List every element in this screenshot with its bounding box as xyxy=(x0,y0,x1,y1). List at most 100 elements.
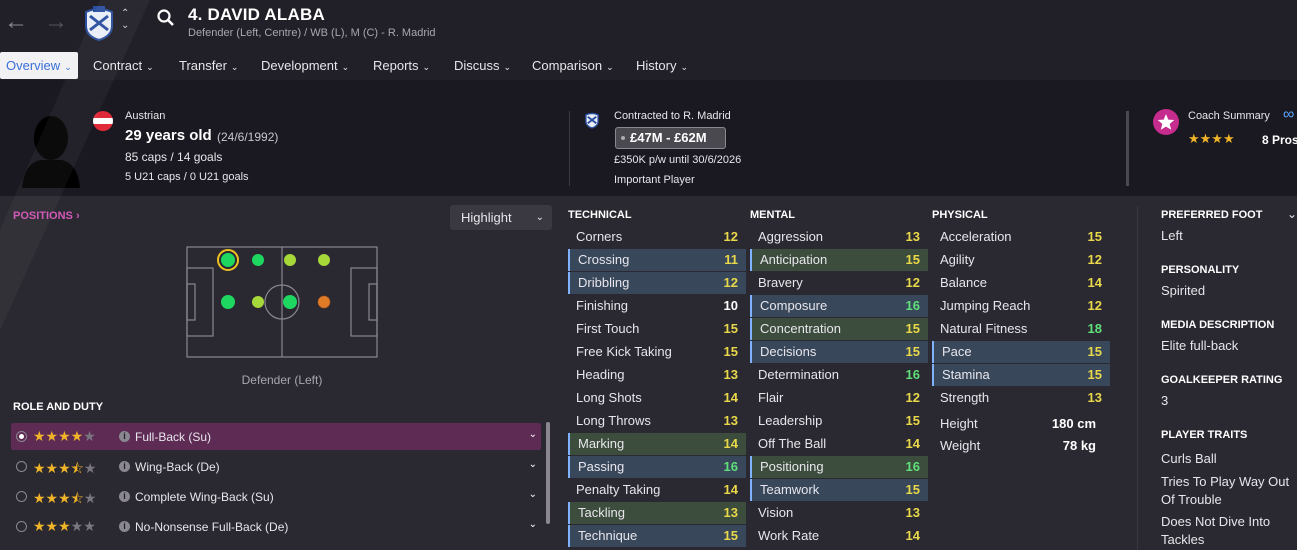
attribute-row[interactable]: Pace 15 xyxy=(932,341,1110,363)
radio-button[interactable] xyxy=(16,461,27,472)
attribute-row[interactable]: Marking 14 xyxy=(568,433,746,455)
attribute-row[interactable]: Agility 12 xyxy=(932,249,1110,271)
info-icon[interactable]: i xyxy=(119,521,130,532)
attribute-row[interactable]: Teamwork 15 xyxy=(750,479,928,501)
chevron-updown-icon[interactable]: ⌃ ⌄ xyxy=(121,8,129,32)
attribute-value: 13 xyxy=(723,413,738,428)
tab-reports[interactable]: Reports ⌄ xyxy=(367,52,436,79)
attribute-row[interactable]: Strength 13 xyxy=(932,387,1110,409)
chevron-down-icon[interactable]: ⌄ xyxy=(529,489,537,500)
attribute-row[interactable]: Determination 16 xyxy=(750,364,928,386)
attribute-name: Heading xyxy=(576,367,625,382)
attribute-value: 15 xyxy=(905,321,920,336)
attribute-name: Aggression xyxy=(758,229,824,244)
attribute-row[interactable]: Flair 12 xyxy=(750,387,928,409)
coach-summary-star-icon[interactable] xyxy=(1153,109,1179,135)
attribute-row[interactable]: Decisions 15 xyxy=(750,341,928,363)
role-row[interactable]: ★★★⯪★ i Wing-Back (De) ⌄ xyxy=(11,453,541,480)
attribute-name: Free Kick Taking xyxy=(576,344,672,359)
attribute-row[interactable]: Acceleration 15 xyxy=(932,226,1110,248)
transfer-value-badge[interactable]: £47M - £62M xyxy=(615,127,726,149)
attribute-row[interactable]: Long Throws 13 xyxy=(568,410,746,432)
role-row[interactable]: ★★★★★ i Full-Back (Su) ⌄ xyxy=(11,423,541,450)
role-row[interactable]: ★★★⯪★ i Complete Wing-Back (Su) ⌄ xyxy=(11,483,541,510)
chevron-down-icon: ⌄ xyxy=(230,62,239,72)
tab-discuss[interactable]: Discuss ⌄ xyxy=(448,52,517,79)
roles-scrollbar[interactable] xyxy=(546,422,550,524)
info-icon[interactable]: i xyxy=(119,461,130,472)
attribute-value: 15 xyxy=(905,252,920,267)
attribute-value: 12 xyxy=(1087,298,1102,313)
attribute-row[interactable]: Off The Ball 14 xyxy=(750,433,928,455)
club-crest-icon[interactable] xyxy=(82,4,116,42)
player-silhouette-icon xyxy=(22,116,80,188)
attribute-row[interactable]: Concentration 15 xyxy=(750,318,928,340)
radio-button[interactable] xyxy=(16,521,27,532)
club-crest-icon xyxy=(585,112,599,129)
trait-item: Tries To Play Way Out Of Trouble xyxy=(1161,474,1290,507)
tab-comparison[interactable]: Comparison ⌄ xyxy=(526,52,620,79)
attribute-row[interactable]: Natural Fitness 18 xyxy=(932,318,1110,340)
divider xyxy=(569,111,570,186)
attribute-value: 12 xyxy=(905,275,920,290)
attribute-row[interactable]: Positioning 16 xyxy=(750,456,928,478)
attribute-row[interactable]: Heading 13 xyxy=(568,364,746,386)
role-row[interactable]: ★★★★★ i No-Nonsense Full-Back (De) ⌄ xyxy=(11,513,541,540)
info-icon[interactable]: i xyxy=(119,491,130,502)
tab-transfer[interactable]: Transfer ⌄ xyxy=(173,52,244,79)
attribute-name: Composure xyxy=(760,298,828,313)
attribute-row[interactable]: Penalty Taking 14 xyxy=(568,479,746,501)
attribute-name: Determination xyxy=(758,367,839,382)
attribute-row[interactable]: Work Rate 14 xyxy=(750,525,928,547)
info-icon[interactable]: i xyxy=(119,431,130,442)
divider xyxy=(1126,111,1129,186)
attribute-name: Stamina xyxy=(942,367,990,382)
attribute-name: Natural Fitness xyxy=(940,321,1028,336)
selected-position-label: Defender (Left) xyxy=(241,373,323,387)
attribute-row[interactable]: Tackling 13 xyxy=(568,502,746,524)
attribute-row[interactable]: First Touch 15 xyxy=(568,318,746,340)
attribute-row[interactable]: Balance 14 xyxy=(932,272,1110,294)
attribute-row[interactable]: Finishing 10 xyxy=(568,295,746,317)
attribute-row[interactable]: Free Kick Taking 15 xyxy=(568,341,746,363)
positions-link[interactable]: POSITIONS › xyxy=(13,210,80,222)
attribute-row[interactable]: Passing 16 xyxy=(568,456,746,478)
attribute-row[interactable]: Corners 12 xyxy=(568,226,746,248)
arrow-left-icon[interactable]: ← xyxy=(4,8,28,36)
highlight-dropdown[interactable]: Highlight ⌄ xyxy=(450,205,552,230)
attribute-row[interactable]: Jumping Reach 12 xyxy=(932,295,1110,317)
search-icon[interactable] xyxy=(156,8,176,28)
attribute-row[interactable]: Technique 15 xyxy=(568,525,746,547)
chevron-down-icon[interactable]: ⌄ xyxy=(529,459,537,470)
attribute-row[interactable]: Bravery 12 xyxy=(750,272,928,294)
attribute-row[interactable]: Vision 13 xyxy=(750,502,928,524)
attribute-name: Leadership xyxy=(758,413,823,428)
radio-button[interactable] xyxy=(16,491,27,502)
attribute-name: Agility xyxy=(940,252,975,267)
weight-row: Weight 78 kg xyxy=(940,438,1096,453)
attribute-row[interactable]: Aggression 13 xyxy=(750,226,928,248)
chevron-down-icon[interactable]: ⌄ xyxy=(529,429,537,440)
attribute-row[interactable]: Stamina 15 xyxy=(932,364,1110,386)
attribute-row[interactable]: Composure 16 xyxy=(750,295,928,317)
attribute-row[interactable]: Long Shots 14 xyxy=(568,387,746,409)
media-description-value: Elite full-back xyxy=(1161,338,1239,353)
tab-development[interactable]: Development ⌄ xyxy=(255,52,355,79)
attribute-row[interactable]: Leadership 15 xyxy=(750,410,928,432)
coach-stars: ★★★★ xyxy=(1188,131,1235,146)
tab-bar: Overview ⌄ Contract ⌄ Transfer ⌄ Developmen… xyxy=(0,52,1297,80)
attribute-row[interactable]: Anticipation 15 xyxy=(750,249,928,271)
attribute-name: Work Rate xyxy=(758,528,820,543)
attribute-row[interactable]: Dribbling 12 xyxy=(568,272,746,294)
chevron-down-icon[interactable]: ⌄ xyxy=(1287,207,1297,221)
tab-history[interactable]: History ⌄ xyxy=(630,52,694,79)
arrow-right-icon[interactable]: → xyxy=(44,8,68,36)
tab-overview[interactable]: Overview ⌄ xyxy=(0,52,78,79)
austria-flag-icon xyxy=(93,111,113,131)
trait-item: Does Not Dive Into Tackles xyxy=(1161,514,1271,547)
chevron-down-icon: ⌄ xyxy=(503,62,512,72)
chevron-down-icon[interactable]: ⌄ xyxy=(529,519,537,530)
tab-contract[interactable]: Contract ⌄ xyxy=(87,52,160,79)
radio-button[interactable] xyxy=(16,431,27,442)
attribute-row[interactable]: Crossing 11 xyxy=(568,249,746,271)
